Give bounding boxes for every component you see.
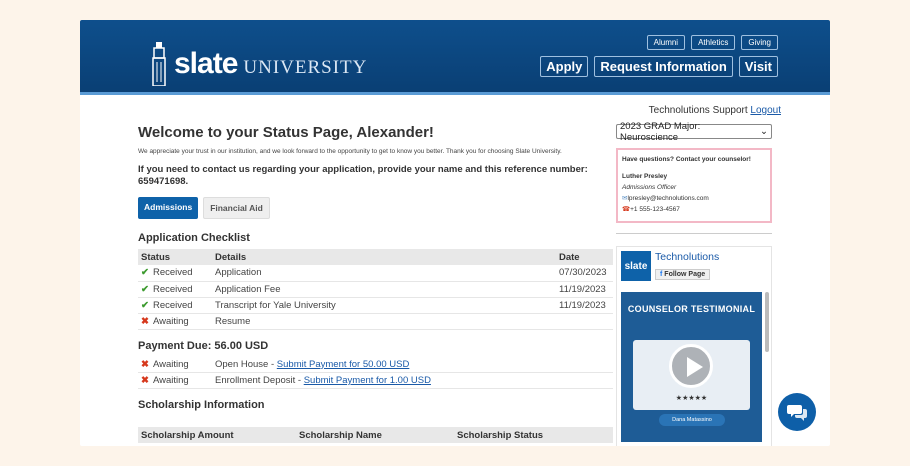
counselor-heading: Have questions? Contact your counselor! (622, 156, 751, 163)
counselor-box: Have questions? Contact your counselor! … (616, 148, 772, 223)
logo-university: UNIVERSITY (243, 57, 368, 78)
col-amount: Scholarship Amount (138, 427, 296, 443)
table-row: ✔ Received Application 07/30/2023 (138, 265, 613, 282)
row-details: Resume (212, 313, 556, 330)
row-date: 07/30/2023 (556, 265, 613, 282)
col-date: Date (556, 249, 613, 265)
contact-note: If you need to contact us regarding your… (138, 164, 588, 187)
checklist-table: Status Details Date ✔ Received Applicatio… (138, 249, 613, 330)
person-name: Dana Matassino (659, 414, 725, 426)
payment-table: ✖ Awaiting Open House - Submit Payment fo… (138, 356, 613, 389)
visit-button[interactable]: Visit (738, 56, 778, 77)
application-select[interactable]: 2023 GRAD Major: Neuroscience ⌄ (616, 121, 772, 143)
follow-label: Follow Page (664, 271, 706, 278)
counselor-role: Admissions Officer (622, 184, 677, 191)
table-row: ✔ Received Application Fee 11/19/2023 (138, 281, 613, 298)
tab-bar: Admissions Financial Aid (138, 197, 613, 219)
submit-payment-link[interactable]: Submit Payment for 1.00 USD (304, 375, 431, 386)
row-status: Awaiting (152, 315, 189, 327)
page-logo[interactable]: slate (621, 251, 651, 281)
row-date (556, 313, 613, 330)
col-status: Status (138, 249, 212, 265)
row-status: Awaiting (152, 375, 189, 386)
check-icon: ✔ (141, 299, 149, 311)
facebook-widget: slate Technolutions f Follow Page COUNSE… (616, 246, 772, 446)
row-details: Transcript for Yale University (212, 297, 556, 314)
logout-link[interactable]: Logout (750, 105, 781, 116)
table-row: ✔ Received Transcript for Yale University… (138, 297, 613, 314)
x-icon: ✖ (141, 375, 149, 386)
rating-stars: ★★★★★ (675, 395, 708, 402)
sidebar: 2023 GRAD Major: Neuroscience ⌄ Have que… (616, 121, 772, 446)
scrollbar[interactable] (765, 292, 769, 352)
select-value: 2023 GRAD Major: Neuroscience (620, 120, 701, 143)
tab-financial-aid[interactable]: Financial Aid (203, 197, 270, 219)
video-title: COUNSELOR TESTIMONIAL (627, 304, 756, 314)
page-card: slate UNIVERSITY Alumni Athletics Giving… (80, 20, 830, 446)
row-status: Awaiting (152, 358, 189, 370)
row-status: Received (152, 283, 193, 295)
counselor-name: Luther Presley (622, 173, 668, 180)
alumni-link[interactable]: Alumni (646, 35, 686, 50)
table-row: ✖ Awaiting Open House - Submit Payment fo… (138, 356, 613, 373)
logo-slate: slate (174, 47, 238, 80)
row-details: Application (212, 265, 556, 282)
row-status: Received (152, 267, 193, 279)
col-name: Scholarship Name (296, 427, 454, 443)
main-content: Welcome to your Status Page, Alexander! … (138, 124, 613, 443)
divider (616, 233, 772, 234)
support-user: Technolutions Support (648, 105, 748, 116)
request-info-button[interactable]: Request Information (594, 56, 733, 77)
row-date: 11/19/2023 (556, 297, 613, 314)
slate-university-logo[interactable]: slate UNIVERSITY (150, 42, 367, 86)
checklist-title: Application Checklist (138, 232, 250, 244)
row-status: Received (152, 299, 193, 311)
tower-icon (152, 42, 166, 86)
support-bar: Technolutions Support Logout (649, 105, 781, 116)
video-thumbnail[interactable]: COUNSELOR TESTIMONIAL ★★★★★ Dana Matassi… (621, 292, 762, 442)
x-icon: ✖ (141, 358, 149, 370)
phone-icon: ☎ (622, 206, 631, 213)
main-links: Apply Request Information Visit (540, 56, 778, 77)
row-details: Enrollment Deposit - (215, 375, 304, 386)
athletics-link[interactable]: Athletics (691, 35, 736, 50)
chevron-down-icon: ⌄ (760, 126, 768, 137)
page-title: Welcome to your Status Page, Alexander! (138, 124, 434, 141)
submit-payment-link[interactable]: Submit Payment for 50.00 USD (277, 359, 410, 370)
facebook-icon: f (660, 271, 663, 278)
scholarship-title: Scholarship Information (138, 399, 265, 411)
fb-page-name[interactable]: Technolutions (655, 251, 719, 263)
table-row: ✖ Awaiting Resume (138, 313, 613, 330)
check-icon: ✔ (141, 283, 149, 295)
counselor-email[interactable]: lpresley@technolutions.com (627, 195, 708, 202)
intro-text: We appreciate your trust in our institut… (138, 148, 562, 155)
counselor-phone[interactable]: +1 555-123-4567 (630, 206, 680, 213)
table-row: ✖ Awaiting Enrollment Deposit - Submit Pa… (138, 372, 613, 389)
giving-link[interactable]: Giving (741, 35, 778, 50)
payment-title: Payment Due: 56.00 USD (138, 339, 269, 352)
tab-admissions[interactable]: Admissions (138, 197, 199, 219)
chat-icon (787, 405, 807, 421)
row-date: 11/19/2023 (556, 281, 613, 298)
chat-button[interactable] (778, 393, 816, 431)
col-status: Scholarship Status (454, 427, 613, 443)
play-icon[interactable] (669, 344, 713, 388)
top-links: Alumni Athletics Giving (646, 35, 778, 50)
check-icon: ✔ (141, 267, 149, 279)
row-details: Open House - (215, 358, 277, 370)
scholarship-table: Scholarship Amount Scholarship Name Scho… (138, 427, 613, 443)
site-header: slate UNIVERSITY Alumni Athletics Giving… (80, 20, 830, 95)
row-details: Application Fee (212, 281, 556, 298)
follow-page-button[interactable]: f Follow Page (655, 269, 711, 280)
x-icon: ✖ (141, 315, 149, 327)
apply-button[interactable]: Apply (540, 56, 589, 77)
col-details: Details (212, 249, 556, 265)
